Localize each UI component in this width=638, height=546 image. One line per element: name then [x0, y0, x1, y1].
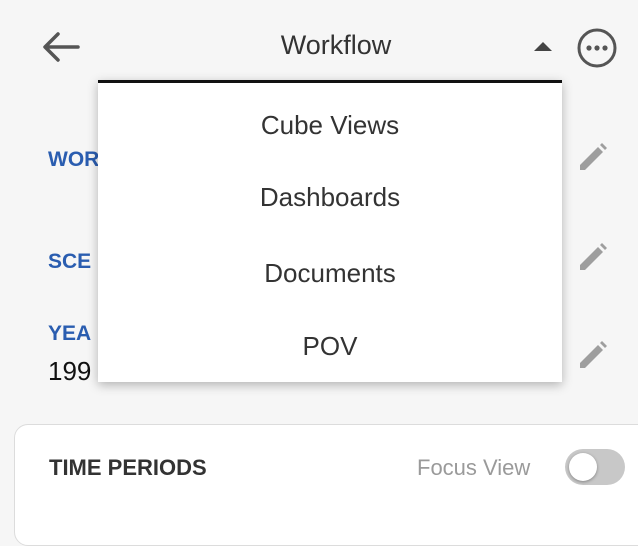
menu-item-pov[interactable]: POV: [98, 316, 562, 376]
edit-year-button[interactable]: [574, 338, 610, 374]
focus-view-toggle[interactable]: [565, 449, 625, 485]
pencil-icon: [580, 341, 607, 368]
menu-item-documents[interactable]: Documents: [98, 243, 562, 303]
arrow-left-icon: [43, 32, 80, 62]
year-field-label: YEA: [48, 322, 92, 345]
scenario-field-label: SCE: [48, 250, 92, 273]
menu-item-cube-views[interactable]: Cube Views: [98, 95, 562, 155]
edit-scenario-button[interactable]: [574, 240, 610, 276]
app-header: Workflow: [0, 0, 638, 92]
page-title[interactable]: Workflow: [180, 30, 492, 61]
workflow-field-label: WOR: [48, 148, 100, 171]
pencil-icon: [580, 243, 607, 270]
toggle-knob: [569, 453, 597, 481]
focus-view-label: Focus View: [417, 455, 531, 480]
time-periods-title: TIME PERIODS: [49, 455, 207, 480]
more-options-button[interactable]: [576, 27, 618, 69]
pencil-icon: [580, 143, 607, 170]
caret-up-icon: [534, 42, 552, 51]
year-field-value: 199: [48, 356, 92, 386]
menu-item-dashboards[interactable]: Dashboards: [98, 167, 562, 227]
edit-workflow-button[interactable]: [574, 140, 610, 176]
collapse-menu-button[interactable]: [530, 36, 556, 56]
workflow-dropdown-menu: Cube Views Dashboards Documents POV: [98, 80, 562, 382]
more-horizontal-circle-icon: [577, 28, 617, 68]
time-periods-card: TIME PERIODS Focus View: [14, 424, 638, 546]
back-button[interactable]: [40, 28, 82, 66]
